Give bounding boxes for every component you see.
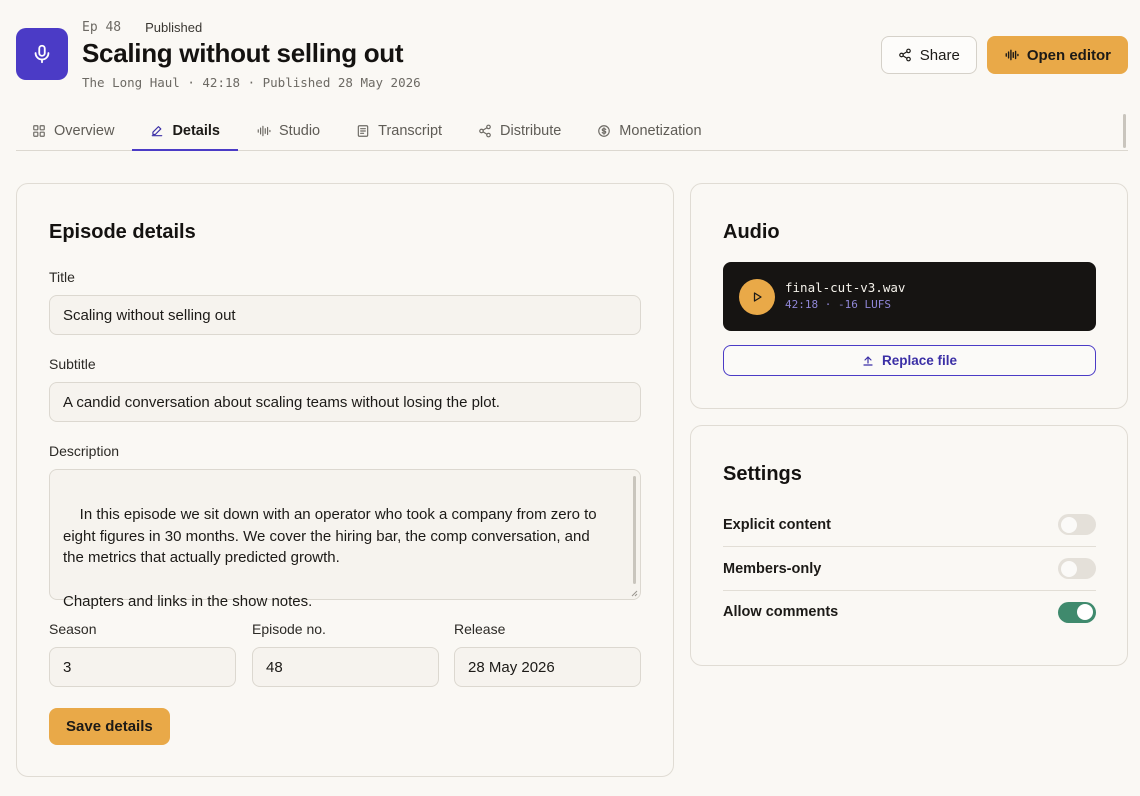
header-meta-line: Ep 48 Published [82, 20, 202, 35]
tab-label: Details [172, 123, 220, 139]
setting-label: Allow comments [723, 604, 839, 620]
tab-bar: Overview Details Studio Transcript Distr… [16, 112, 1128, 151]
waveform-icon [1005, 49, 1019, 61]
tab-label: Monetization [619, 123, 702, 139]
episode-no-input[interactable]: 48 [252, 647, 439, 687]
tab-monetization[interactable]: Monetization [579, 112, 719, 150]
episode-meta: The Long Haul · 42:18 · Published 28 May… [82, 75, 421, 90]
subtitle-label: Subtitle [49, 356, 96, 372]
episode-header: Ep 48 Published Scaling without selling … [16, 18, 1128, 94]
episode-number: Ep 48 [82, 20, 122, 35]
tab-label: Transcript [378, 123, 443, 139]
microphone-icon [16, 28, 68, 80]
audio-player: final-cut-v3.wav 42:18 · -16 LUFS [723, 262, 1096, 331]
subtitle-input[interactable]: A candid conversation about scaling team… [49, 382, 641, 422]
replace-file-label: Replace file [881, 353, 958, 368]
dollar-circle-icon [598, 125, 611, 137]
save-details-button[interactable]: Save details [49, 708, 170, 745]
description-label: Description [49, 443, 120, 459]
tab-transcript[interactable]: Transcript [338, 112, 460, 150]
status-badge: Published [145, 20, 203, 35]
toggle-knob [1061, 560, 1077, 577]
audio-card: Audio final-cut-v3.wav 42:18 · -16 LUFS … [690, 183, 1128, 409]
document-icon [357, 125, 369, 137]
release-label: Release [454, 621, 506, 637]
tab-label: Overview [54, 123, 115, 139]
share-icon [898, 48, 911, 62]
settings-card: Settings Explicit content Members-only A… [690, 425, 1128, 666]
episode-details-card: Episode details Title Scaling without se… [16, 183, 674, 777]
episode-details-heading: Episode details [49, 221, 196, 243]
release-input[interactable]: 28 May 2026 [454, 647, 641, 687]
title-label: Title [49, 269, 75, 285]
tab-label: Distribute [500, 123, 562, 139]
tab-label: Studio [279, 123, 321, 139]
play-icon [753, 292, 762, 302]
setting-label: Members-only [723, 560, 822, 577]
audio-file-name: final-cut-v3.wav [785, 280, 906, 295]
page-title: Scaling without selling out [82, 38, 404, 68]
replace-file-button[interactable]: Replace file [723, 345, 1096, 376]
allow-comments-toggle[interactable] [1058, 601, 1096, 623]
waveform-icon [257, 125, 271, 137]
season-label: Season [49, 621, 97, 637]
share-button[interactable]: Share [880, 36, 977, 74]
setting-label: Explicit content [723, 516, 831, 533]
description-textarea[interactable]: In this episode we sit down with an oper… [49, 469, 641, 610]
resize-handle-icon[interactable] [630, 589, 638, 597]
textarea-scrollbar[interactable] [633, 476, 636, 584]
settings-heading: Settings [723, 463, 802, 485]
share-label: Share [919, 46, 960, 64]
description-text: In this episode we sit down with an oper… [63, 505, 597, 610]
explicit-content-toggle[interactable] [1058, 514, 1096, 535]
play-button[interactable] [739, 279, 775, 315]
setting-allow-comments: Allow comments [723, 590, 1096, 634]
grid-icon [33, 125, 45, 137]
audio-heading: Audio [723, 221, 780, 243]
toggle-knob [1061, 516, 1077, 533]
header-actions: Share Open editor [880, 36, 1128, 74]
episode-no-label: Episode no. [252, 621, 326, 637]
tab-distribute[interactable]: Distribute [460, 112, 579, 150]
pen-icon [152, 126, 163, 137]
share-nodes-icon [479, 124, 491, 138]
tab-studio[interactable]: Studio [238, 112, 338, 150]
tab-details[interactable]: Details [132, 112, 238, 151]
title-input[interactable]: Scaling without selling out [49, 295, 641, 335]
tabs-scrollbar[interactable] [1123, 114, 1126, 148]
members-only-toggle[interactable] [1058, 558, 1096, 579]
open-editor-button[interactable]: Open editor [986, 36, 1128, 74]
season-input[interactable]: 3 [49, 647, 236, 687]
setting-members-only: Members-only [723, 547, 1096, 591]
setting-explicit-content: Explicit content [723, 503, 1096, 547]
toggle-knob [1077, 604, 1093, 620]
tab-overview[interactable]: Overview [16, 112, 132, 150]
open-editor-label: Open editor [1026, 46, 1111, 64]
audio-file-meta: 42:18 · -16 LUFS [785, 298, 891, 311]
upload-icon [863, 355, 873, 366]
